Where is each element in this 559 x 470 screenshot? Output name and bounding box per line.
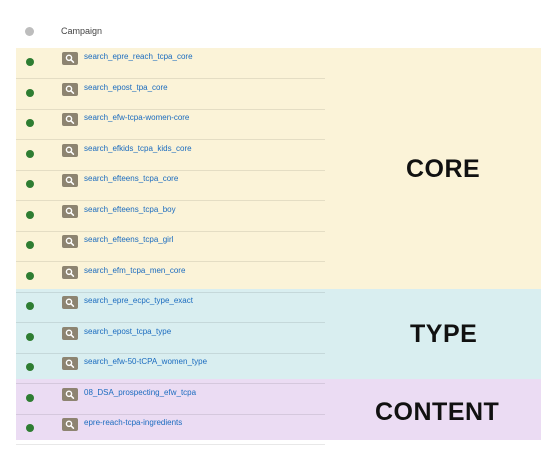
campaign-name-link[interactable]: search_epre_ecpc_type_exact xyxy=(84,296,193,305)
search-campaign-icon xyxy=(62,52,78,65)
campaign-name-link[interactable]: search_epost_tcpa_type xyxy=(84,327,171,336)
status-enabled-icon[interactable] xyxy=(26,302,34,310)
search-campaign-icon xyxy=(62,326,78,340)
search-campaign-icon xyxy=(62,357,78,370)
status-column-icon xyxy=(25,27,34,36)
status-enabled-icon[interactable] xyxy=(26,149,34,158)
campaign-column-header[interactable]: Campaign xyxy=(61,26,102,36)
status-enabled-icon[interactable] xyxy=(26,210,34,219)
campaign-name-link[interactable]: search_efkids_tcpa_kids_core xyxy=(84,144,192,153)
campaign-row[interactable]: search_efteens_tcpa_core xyxy=(16,170,325,201)
campaign-name-link[interactable]: search_efw-tcpa-women-core xyxy=(84,113,189,122)
campaign-row[interactable]: search_epost_tcpa_type xyxy=(16,323,325,354)
campaign-row[interactable]: search_epost_tpa_core xyxy=(16,79,325,110)
search-campaign-icon xyxy=(62,82,78,96)
core-section-label: CORE xyxy=(406,155,481,183)
campaign-name-link[interactable]: 08_DSA_prospecting_efw_tcpa xyxy=(84,388,196,397)
search-campaign-icon xyxy=(62,143,78,157)
status-enabled-icon[interactable] xyxy=(26,58,34,66)
status-enabled-icon[interactable] xyxy=(26,363,34,371)
status-enabled-icon[interactable] xyxy=(26,119,34,127)
campaign-name-link[interactable]: search_efm_tcpa_men_core xyxy=(84,266,185,275)
type-section-label: TYPE xyxy=(410,320,478,348)
campaign-row[interactable]: epre-reach-tcpa-ingredients xyxy=(16,414,325,445)
campaign-name-link[interactable]: epre-reach-tcpa-ingredients xyxy=(84,418,182,427)
status-enabled-icon[interactable] xyxy=(26,271,34,280)
status-enabled-icon[interactable] xyxy=(26,88,34,97)
content-section-label: CONTENT xyxy=(375,398,500,426)
status-enabled-icon[interactable] xyxy=(26,332,34,341)
campaign-row[interactable]: search_efteens_tcpa_boy xyxy=(16,201,325,232)
search-campaign-icon xyxy=(62,235,78,248)
campaign-name-link[interactable]: search_efteens_tcpa_boy xyxy=(84,205,176,214)
campaign-name-link[interactable]: search_efw-50-tCPA_women_type xyxy=(84,357,207,366)
table-header: Campaign xyxy=(0,0,559,48)
search-campaign-icon xyxy=(62,204,78,218)
search-campaign-icon xyxy=(62,418,78,431)
campaign-row[interactable]: search_efw-50-tCPA_women_type xyxy=(16,353,325,384)
status-enabled-icon[interactable] xyxy=(26,180,34,188)
campaign-row[interactable]: search_efm_tcpa_men_core xyxy=(16,262,325,293)
campaign-name-link[interactable]: search_epre_reach_tcpa_core xyxy=(84,52,193,61)
campaign-row[interactable]: search_efkids_tcpa_kids_core xyxy=(16,140,325,171)
campaign-row[interactable]: search_epre_reach_tcpa_core xyxy=(16,48,325,79)
campaign-row[interactable]: search_efteens_tcpa_girl xyxy=(16,231,325,262)
campaign-name-link[interactable]: search_epost_tpa_core xyxy=(84,83,168,92)
search-campaign-icon xyxy=(62,387,78,401)
campaign-name-link[interactable]: search_efteens_tcpa_core xyxy=(84,174,178,183)
status-enabled-icon[interactable] xyxy=(26,424,34,432)
status-enabled-icon[interactable] xyxy=(26,241,34,249)
status-enabled-icon[interactable] xyxy=(26,393,34,402)
search-campaign-icon xyxy=(62,174,78,187)
campaign-name-link[interactable]: search_efteens_tcpa_girl xyxy=(84,235,173,244)
search-campaign-icon xyxy=(62,296,78,309)
campaign-row[interactable]: search_efw-tcpa-women-core xyxy=(16,109,325,140)
campaign-row[interactable]: search_epre_ecpc_type_exact xyxy=(16,292,325,323)
search-campaign-icon xyxy=(62,113,78,126)
search-campaign-icon xyxy=(62,265,78,279)
campaign-row[interactable]: 08_DSA_prospecting_efw_tcpa xyxy=(16,384,325,415)
